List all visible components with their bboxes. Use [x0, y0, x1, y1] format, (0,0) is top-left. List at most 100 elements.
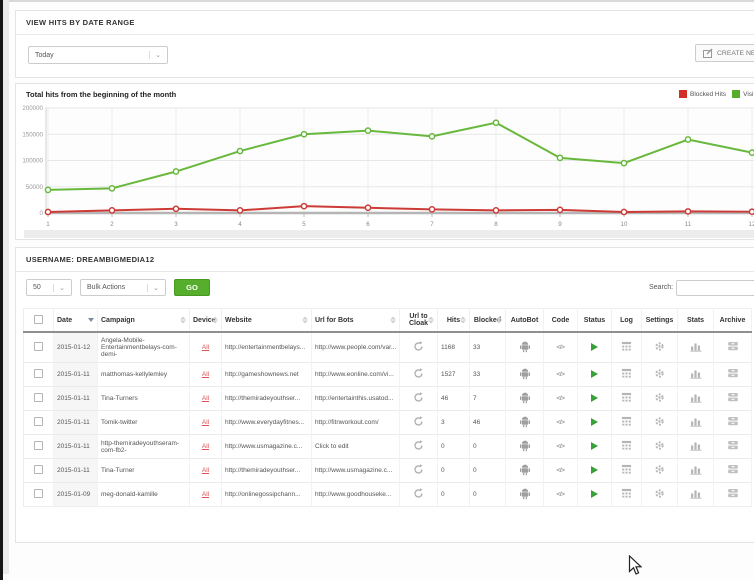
- log-grid-icon[interactable]: [621, 464, 632, 475]
- device-link[interactable]: All: [202, 491, 209, 498]
- column-header-date[interactable]: Date: [54, 309, 98, 333]
- refresh-circle-icon[interactable]: [413, 440, 424, 451]
- device-link[interactable]: All: [202, 371, 209, 378]
- settings-gear-icon[interactable]: [654, 368, 665, 379]
- status-play-icon[interactable]: [591, 343, 598, 351]
- refresh-circle-icon[interactable]: [413, 416, 424, 427]
- code-icon[interactable]: </>: [557, 395, 565, 402]
- stats-bar-chart-icon[interactable]: [690, 416, 702, 427]
- code-icon[interactable]: </>: [557, 419, 565, 426]
- column-label: Url for Bots: [315, 317, 354, 324]
- refresh-circle-icon[interactable]: [413, 488, 424, 499]
- archive-stack-icon[interactable]: [727, 464, 739, 475]
- column-header-website[interactable]: Website: [222, 309, 312, 333]
- cell-url-for-bots[interactable]: http://www.goodhouseke...: [312, 483, 400, 507]
- android-robot-icon[interactable]: [519, 391, 531, 404]
- status-play-icon[interactable]: [591, 370, 598, 378]
- go-button[interactable]: GO: [174, 279, 210, 296]
- android-robot-icon[interactable]: [519, 367, 531, 380]
- row-checkbox[interactable]: [34, 417, 43, 426]
- stats-bar-chart-icon[interactable]: [690, 440, 702, 451]
- cell-url-for-bots[interactable]: Click to edit: [312, 435, 400, 459]
- device-link[interactable]: All: [202, 395, 209, 402]
- android-robot-icon[interactable]: [519, 463, 531, 476]
- android-robot-icon[interactable]: [519, 415, 531, 428]
- log-grid-icon[interactable]: [621, 416, 632, 427]
- settings-gear-icon[interactable]: [654, 416, 665, 427]
- legend-swatch-green: [732, 90, 740, 98]
- settings-gear-icon[interactable]: [654, 440, 665, 451]
- device-link[interactable]: All: [202, 443, 209, 450]
- column-header-url-for-bots[interactable]: Url for Bots: [312, 309, 400, 333]
- column-header-device[interactable]: Device: [190, 309, 222, 333]
- code-icon[interactable]: </>: [557, 344, 565, 351]
- cell-url-for-bots[interactable]: http://www.eonline.com/vi...: [312, 363, 400, 387]
- android-robot-icon[interactable]: [519, 439, 531, 452]
- settings-gear-icon[interactable]: [654, 488, 665, 499]
- date-range-select[interactable]: Today ⌄: [28, 46, 168, 64]
- legend-swatch-red: [679, 90, 687, 98]
- stats-bar-chart-icon[interactable]: [690, 488, 702, 499]
- column-header-hits[interactable]: Hits: [438, 309, 470, 333]
- log-grid-icon[interactable]: [621, 440, 632, 451]
- status-play-icon[interactable]: [591, 442, 598, 450]
- table-row: 2015-01-11http-themiradeyouthseram-com-f…: [24, 435, 752, 459]
- status-play-icon[interactable]: [591, 418, 598, 426]
- refresh-circle-icon[interactable]: [413, 464, 424, 475]
- cell-url-for-bots[interactable]: http://fitnworkout.com/: [312, 411, 400, 435]
- stats-bar-chart-icon[interactable]: [690, 368, 702, 379]
- create-new-campaign-button[interactable]: CREATE NEW CAMPAIGN: [695, 44, 754, 62]
- stats-bar-chart-icon[interactable]: [690, 464, 702, 475]
- status-play-icon[interactable]: [591, 490, 598, 498]
- log-grid-icon[interactable]: [621, 368, 632, 379]
- row-checkbox[interactable]: [34, 393, 43, 402]
- search-input[interactable]: [676, 280, 754, 296]
- page-size-select[interactable]: 50 ⌄: [26, 279, 72, 296]
- cell-url-for-bots[interactable]: http://www.people.com/var...: [312, 332, 400, 363]
- column-label: Settings: [646, 317, 674, 324]
- row-checkbox[interactable]: [34, 489, 43, 498]
- column-header-url-to-cloak[interactable]: Url to Cloak: [400, 309, 438, 333]
- column-header-blocked[interactable]: Blocked: [470, 309, 506, 333]
- select-all-checkbox[interactable]: [34, 315, 43, 324]
- cell-url-for-bots[interactable]: http://entertainthis.usatod...: [312, 387, 400, 411]
- cell-blocked: 33: [470, 332, 506, 363]
- code-icon[interactable]: </>: [557, 491, 565, 498]
- android-robot-icon[interactable]: [519, 340, 531, 353]
- status-play-icon[interactable]: [591, 466, 598, 474]
- archive-stack-icon[interactable]: [727, 368, 739, 379]
- device-link[interactable]: All: [202, 344, 209, 351]
- archive-stack-icon[interactable]: [727, 416, 739, 427]
- stats-bar-chart-icon[interactable]: [690, 341, 702, 352]
- stats-bar-chart-icon[interactable]: [690, 392, 702, 403]
- archive-stack-icon[interactable]: [727, 488, 739, 499]
- row-checkbox[interactable]: [34, 441, 43, 450]
- log-grid-icon[interactable]: [621, 341, 632, 352]
- cell-url-for-bots[interactable]: http://www.usmagazine.c...: [312, 459, 400, 483]
- code-icon[interactable]: </>: [557, 443, 565, 450]
- log-grid-icon[interactable]: [621, 392, 632, 403]
- refresh-circle-icon[interactable]: [413, 341, 424, 352]
- status-play-icon[interactable]: [591, 394, 598, 402]
- bulk-actions-select[interactable]: Bulk Actions ⌄: [80, 279, 166, 296]
- column-header-campaign[interactable]: Campaign: [98, 309, 190, 333]
- log-grid-icon[interactable]: [621, 488, 632, 499]
- refresh-circle-icon[interactable]: [413, 392, 424, 403]
- android-robot-icon[interactable]: [519, 487, 531, 500]
- archive-stack-icon[interactable]: [727, 341, 739, 352]
- archive-stack-icon[interactable]: [727, 440, 739, 451]
- settings-gear-icon[interactable]: [654, 341, 665, 352]
- code-icon[interactable]: </>: [557, 371, 565, 378]
- device-link[interactable]: All: [202, 467, 209, 474]
- legend-item-blocked: Blocked Hits: [679, 90, 726, 98]
- device-link[interactable]: All: [202, 419, 209, 426]
- cell-date: 2015-01-11: [54, 387, 98, 411]
- row-checkbox[interactable]: [34, 465, 43, 474]
- code-icon[interactable]: </>: [557, 467, 565, 474]
- row-checkbox[interactable]: [34, 369, 43, 378]
- settings-gear-icon[interactable]: [654, 392, 665, 403]
- settings-gear-icon[interactable]: [654, 464, 665, 475]
- row-checkbox[interactable]: [34, 342, 43, 351]
- refresh-circle-icon[interactable]: [413, 368, 424, 379]
- archive-stack-icon[interactable]: [727, 392, 739, 403]
